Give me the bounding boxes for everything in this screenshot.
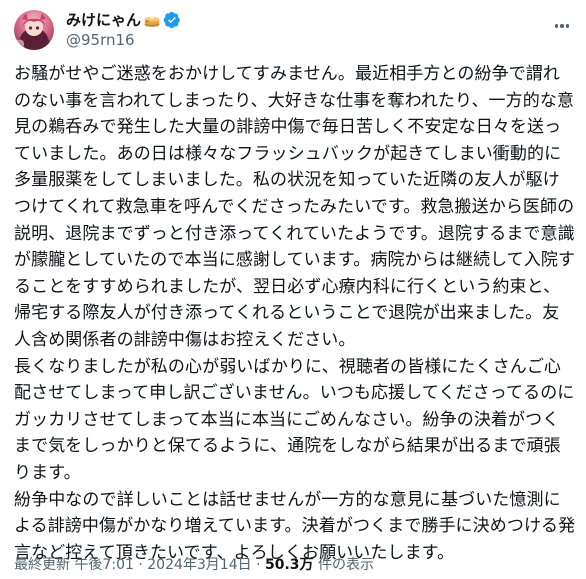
more-options-button[interactable] — [550, 14, 574, 38]
separator: · — [256, 557, 261, 573]
separator: · — [138, 557, 143, 573]
post-time: 午後7:01 — [74, 557, 134, 573]
avatar[interactable] — [14, 10, 54, 50]
more-dot-icon — [566, 24, 570, 28]
verified-badge-icon[interactable] — [163, 11, 181, 29]
last-updated-label: 最終更新 — [14, 557, 70, 573]
pancake-icon — [143, 11, 161, 29]
more-dot-icon — [560, 24, 564, 28]
name-row: みけにゃん — [66, 10, 181, 30]
post-text: お騒がせやご迷惑をおかけしてすみません。最近相手方との紛争で謂れのない事を言われ… — [14, 61, 576, 566]
post-meta: 最終更新 午後7:01 · 2024年3月14日 · 50.3万 件の表示 — [14, 556, 374, 574]
post: みけにゃん @95rn16 お騒がせやご迷惑をおかけしてすみません。最近相手方と… — [0, 0, 586, 579]
post-header: みけにゃん @95rn16 — [14, 10, 181, 50]
handle[interactable]: @95rn16 — [66, 31, 181, 50]
post-paragraph: お騒がせやご迷惑をおかけしてすみません。最近相手方との紛争で謂れのない事を言われ… — [14, 64, 576, 350]
post-date: 2024年3月14日 — [147, 557, 252, 573]
views-label: 件の表示 — [317, 557, 374, 573]
post-paragraph: 長くなりましたが私の心が弱いばかりに、視聴者の皆様にたくさんご心配させてしまって… — [14, 356, 575, 483]
author-names: みけにゃん @95rn16 — [66, 10, 181, 50]
date-link[interactable]: 2024年3月14日 — [147, 557, 251, 573]
display-name[interactable]: みけにゃん — [66, 10, 141, 30]
avatar-image — [14, 13, 50, 50]
more-dot-icon — [554, 24, 558, 28]
post-paragraph: 紛争中なので詳しいことは話せませんが一方的な意見に基づいた憶測による誹謗中傷がか… — [14, 489, 576, 563]
timestamp-link[interactable]: 午後7:01 — [74, 557, 133, 573]
views-count[interactable]: 50.3万 — [265, 557, 314, 573]
